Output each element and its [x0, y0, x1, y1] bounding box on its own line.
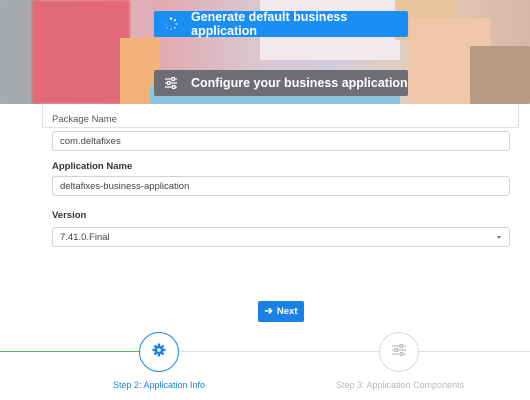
gear-icon: [152, 343, 166, 362]
step-application-info[interactable]: [139, 332, 179, 372]
arrow-right-icon: ➔: [264, 306, 273, 317]
stepper-line: [178, 351, 380, 352]
configure-application-button[interactable]: Configure your business application: [154, 70, 408, 96]
package-name-label: Package Name: [52, 114, 117, 125]
next-label: Next: [276, 306, 298, 317]
hero-banner: Generate default business application Co…: [0, 0, 530, 104]
step-application-components-label: Step 3: Application Components: [336, 380, 465, 390]
spinner-icon: [164, 17, 178, 31]
sliders-icon: [391, 343, 407, 362]
chevron-down-icon: [497, 236, 501, 239]
stepper-progress-line: [0, 351, 140, 352]
version-select[interactable]: 7.41.0.Final: [52, 227, 510, 247]
version-label: Version: [52, 210, 87, 221]
version-selected-value: 7.41.0.Final: [60, 232, 110, 243]
configure-application-label: Configure your business application: [191, 76, 408, 90]
generate-default-label: Generate default business application: [191, 10, 348, 38]
sliders-icon: [164, 76, 178, 90]
next-button[interactable]: ➔ Next: [258, 301, 304, 322]
application-name-input[interactable]: deltafixes-business-application: [52, 176, 510, 196]
step-application-components[interactable]: [379, 332, 419, 372]
step-application-info-label: Step 2: Application Info: [113, 380, 206, 390]
banner-shape: [470, 46, 530, 104]
stepper-line: [418, 351, 530, 352]
package-name-input[interactable]: com.deltafixes: [52, 131, 510, 151]
generate-default-button[interactable]: Generate default business application: [154, 10, 408, 38]
application-name-label: Application Name: [52, 161, 133, 172]
banner-shape: [32, 0, 130, 104]
